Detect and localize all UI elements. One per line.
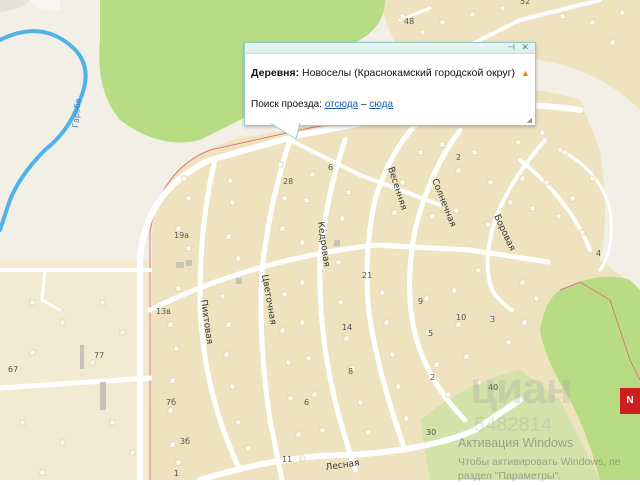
red-tag: N <box>620 388 640 414</box>
house-number: 48 <box>404 17 414 26</box>
info-balloon: ⊣ ✕ Деревня: Новоселы (Краснокамский гор… <box>244 42 536 126</box>
house-number: 52 <box>520 0 530 6</box>
windows-activation-line1: Чтобы активировать Windows, пе <box>458 456 621 468</box>
house-number: 13в <box>156 307 171 316</box>
house-number: 28 <box>283 177 293 186</box>
house-number: 2 <box>430 373 435 382</box>
balloon-header: ⊣ ✕ <box>245 42 535 54</box>
balloon-tail <box>270 123 301 140</box>
house-number: 11 <box>282 455 292 464</box>
route-from-link[interactable]: отсюда <box>325 99 359 110</box>
house-number: 2 <box>456 153 461 162</box>
windows-activation-line2: раздел "Параметры". <box>458 470 562 482</box>
house-number: 1 <box>174 469 179 478</box>
house-number: 7б <box>166 398 176 407</box>
house-number: 14 <box>342 323 352 332</box>
house-number: 67 <box>8 365 18 374</box>
balloon-title: Деревня: Новоселы (Краснокамский городск… <box>251 67 530 79</box>
house-number: 30 <box>426 428 436 437</box>
close-icon[interactable]: ✕ <box>521 42 529 53</box>
route-search-label: Поиск проезда: <box>251 99 322 110</box>
cian-watermark: циан <box>470 364 572 413</box>
windows-activation-title: Активация Windows <box>458 436 574 450</box>
house-number: 6 <box>304 398 309 407</box>
house-number: 3б <box>180 437 190 446</box>
house-number: 5 <box>428 329 433 338</box>
route-search: Поиск проезда: отсюда – сюда <box>251 99 393 110</box>
house-number: 21 <box>362 271 372 280</box>
house-number: 10 <box>456 313 466 322</box>
route-to-link[interactable]: сюда <box>369 99 393 110</box>
route-dash: – <box>360 99 367 110</box>
house-number: 77 <box>94 351 104 360</box>
balloon-title-name: Новоселы (Краснокамский городской округ) <box>302 67 515 79</box>
phone-watermark: 5482814 <box>474 414 552 436</box>
house-number: 8 <box>348 367 353 376</box>
house-number: 19а <box>174 231 189 240</box>
warning-triangle-icon[interactable]: ▲ <box>521 68 530 78</box>
pin-icon[interactable]: ⊣ <box>507 42 515 53</box>
resize-grip-icon[interactable]: ◢ <box>527 116 532 124</box>
house-number: 3 <box>490 315 495 324</box>
house-number: 6 <box>328 163 333 172</box>
balloon-title-type: Деревня: <box>251 67 300 79</box>
house-number: 9 <box>418 297 423 306</box>
residential-area-west <box>0 260 150 480</box>
house-number: 4 <box>596 249 601 258</box>
